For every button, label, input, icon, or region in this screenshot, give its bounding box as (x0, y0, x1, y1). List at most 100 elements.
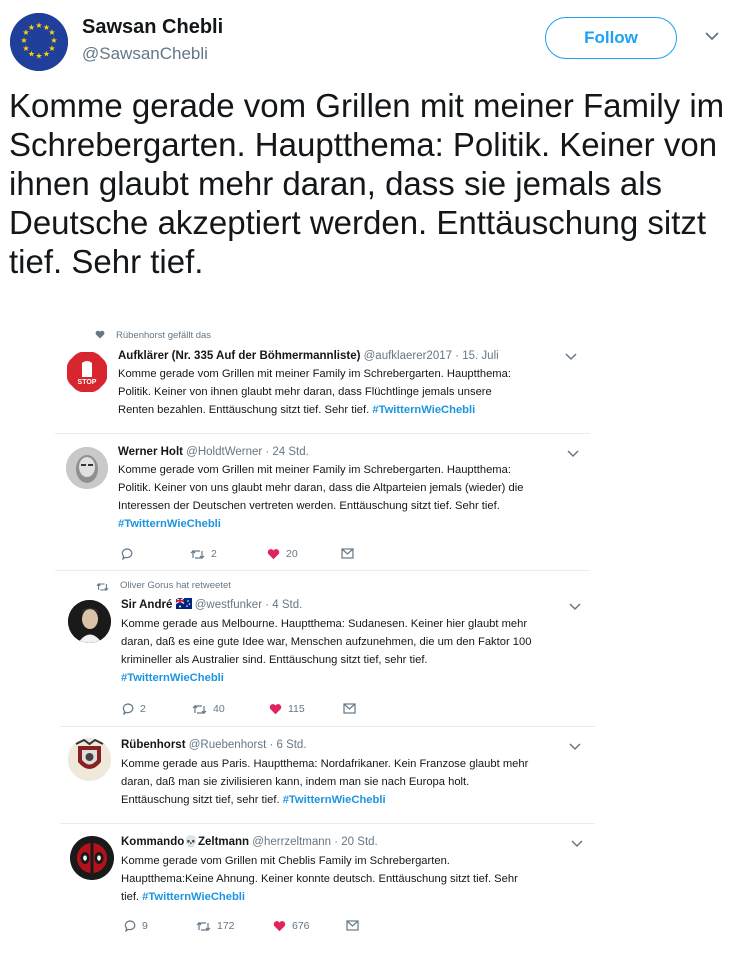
reply-text: Komme gerade vom Grillen mit Cheblis Fam… (121, 855, 518, 903)
dm-action[interactable] (341, 548, 354, 559)
heart-icon (95, 330, 105, 339)
portrait-icon (68, 600, 111, 643)
avatar[interactable] (66, 447, 108, 489)
author-meta[interactable]: @herrzeltmann · 20 Std. (252, 836, 377, 848)
hashtag-link[interactable]: #TwitternWieChebli (118, 518, 221, 530)
user-handle[interactable]: @SawsanChebli (82, 44, 208, 64)
dm-action[interactable] (343, 703, 356, 714)
reply-author[interactable]: Kommando💀Zeltmann @herrzeltmann · 20 Std… (121, 835, 378, 848)
chevron-down-icon[interactable] (565, 352, 577, 362)
envelope-icon (341, 548, 354, 559)
like-count: 20 (286, 548, 298, 560)
reply-count: 2 (140, 703, 146, 715)
liked-context: Rübenhorst gefällt das (116, 330, 212, 341)
svg-text:★: ★ (20, 36, 27, 45)
retweet-action[interactable]: 172 (196, 920, 235, 932)
like-action[interactable]: 676 (273, 920, 310, 932)
coat-of-arms-icon (68, 738, 111, 781)
reply-author[interactable]: Sir André @westfunker · 4 Std. (121, 597, 303, 611)
stop-sign-avatar[interactable]: STOP (66, 351, 108, 393)
retweet-icon (96, 583, 109, 591)
author-meta[interactable]: @Ruebenhorst · 6 Std. (189, 739, 307, 751)
reply-author[interactable]: Werner Holt @HoldtWerner · 24 Std. (118, 446, 309, 458)
tweet-text: Komme gerade vom Grillen mit meiner Fami… (9, 87, 725, 280)
avatar[interactable] (68, 600, 111, 643)
retweet-count: 172 (217, 920, 235, 932)
reply-text: Komme gerade vom Grillen mit meiner Fami… (118, 464, 524, 530)
author-name[interactable]: Rübenhorst (121, 739, 186, 751)
retweet-action[interactable]: 2 (190, 548, 217, 560)
like-count: 115 (288, 703, 305, 715)
heart-icon (273, 921, 286, 932)
like-action[interactable]: 115 (269, 703, 305, 715)
chevron-down-icon[interactable] (704, 28, 720, 44)
divider (55, 570, 590, 571)
reply-card-5: Kommando💀Zeltmann @herrzeltmann · 20 Std… (63, 826, 593, 946)
svg-text:★: ★ (22, 44, 29, 53)
reply-card-1: Rübenhorst gefällt das STOP Aufklärer (N… (55, 318, 590, 436)
divider (60, 726, 595, 727)
heart-icon (269, 704, 282, 715)
eu-flag-icon: ★ ★★ ★★★ ★★★ ★★★ (10, 13, 68, 71)
envelope-icon (346, 920, 359, 931)
reply-action[interactable]: 9 (124, 920, 148, 932)
reply-icon (122, 703, 134, 715)
hashtag-link[interactable]: #TwitternWieChebli (372, 404, 475, 416)
reply-author[interactable]: Rübenhorst @Ruebenhorst · 6 Std. (121, 739, 307, 751)
chevron-down-icon[interactable] (569, 742, 581, 752)
reply-text: Komme gerade aus Melbourne. Hauptthema: … (121, 618, 532, 684)
reply-icon (121, 548, 133, 560)
follow-button[interactable]: Follow (545, 17, 677, 59)
chevron-down-icon[interactable] (569, 602, 581, 612)
author-name-part2[interactable]: Zeltmann (198, 836, 249, 848)
author-name[interactable]: Aufklärer (Nr. 335 Auf der Böhmermannlis… (118, 350, 360, 362)
hashtag-link[interactable]: #TwitternWieChebli (121, 672, 224, 684)
skull-emoji: 💀 (184, 836, 198, 848)
author-name[interactable]: Sir André (121, 599, 172, 611)
svg-text:★: ★ (35, 52, 42, 61)
deadpool-mask-icon (70, 836, 114, 880)
hashtag-link[interactable]: #TwitternWieChebli (142, 891, 245, 903)
reply-card-2: Werner Holt @HoldtWerner · 24 Std. Komme… (55, 436, 590, 570)
chevron-down-icon[interactable] (567, 449, 579, 459)
like-count: 676 (292, 920, 310, 932)
dm-action[interactable] (346, 920, 359, 931)
author-name[interactable]: Werner Holt (118, 446, 183, 458)
like-action[interactable]: 20 (267, 548, 298, 560)
svg-text:STOP: STOP (78, 379, 97, 386)
retweet-count: 40 (213, 703, 225, 715)
avatar[interactable] (70, 836, 114, 880)
reply-action[interactable] (121, 548, 133, 560)
reply-icon (124, 920, 136, 932)
retweet-icon (196, 921, 211, 931)
author-meta[interactable]: @HoldtWerner · 24 Std. (186, 446, 309, 458)
display-name[interactable]: Sawsan Chebli (82, 16, 223, 39)
svg-text:★: ★ (43, 50, 50, 59)
reply-card-3: Oliver Gorus hat retweetet Sir André @we… (60, 572, 595, 724)
reply-action[interactable]: 2 (122, 703, 146, 715)
hashtag-link[interactable]: #TwitternWieChebli (283, 794, 386, 806)
svg-text:★: ★ (28, 23, 35, 32)
envelope-icon (343, 703, 356, 714)
stop-sign-icon: STOP (67, 352, 107, 392)
author-meta[interactable]: @westfunker · 4 Std. (195, 599, 303, 611)
avatar[interactable] (68, 738, 111, 781)
retweet-icon (192, 704, 207, 714)
reply-card-4: Rübenhorst @Ruebenhorst · 6 Std. Komme g… (60, 728, 595, 820)
chevron-down-icon[interactable] (571, 839, 583, 849)
svg-text:★: ★ (35, 21, 42, 30)
divider (60, 823, 595, 824)
retweet-icon (190, 549, 205, 559)
retweet-count: 2 (211, 548, 217, 560)
avatar[interactable]: ★ ★ ★ ★ ★ ★ ★ ★ ★ ★ ★ ★ (10, 13, 68, 71)
portrait-icon (66, 447, 108, 489)
reply-text: Komme gerade aus Paris. Hauptthema: Nord… (121, 758, 529, 806)
reply-author[interactable]: Aufklärer (Nr. 335 Auf der Böhmermannlis… (118, 350, 499, 362)
australia-flag-icon (175, 597, 192, 609)
reply-count: 9 (142, 920, 148, 932)
retweet-action[interactable]: 40 (192, 703, 225, 715)
author-name-part1[interactable]: Kommando (121, 836, 184, 848)
heart-icon (267, 549, 280, 560)
retweet-context: Oliver Gorus hat retweetet (120, 580, 231, 591)
author-meta[interactable]: @aufklaerer2017 · 15. Juli (364, 350, 499, 362)
